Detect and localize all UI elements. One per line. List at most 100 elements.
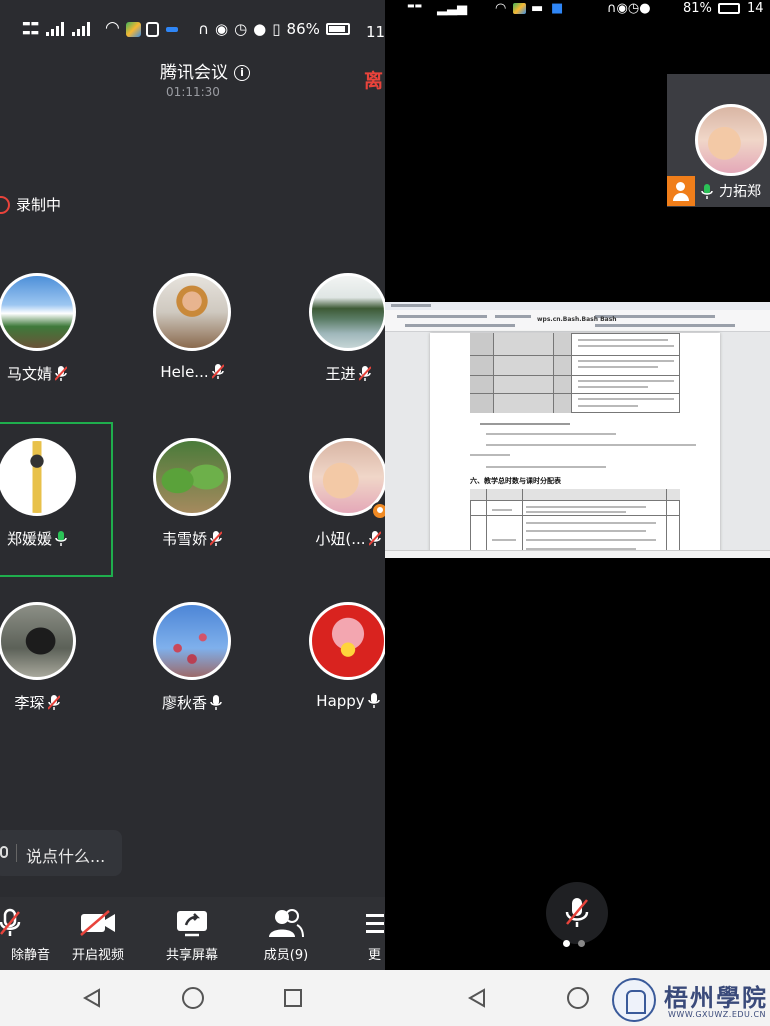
participant-name: 韦雪娇: [127, 528, 257, 549]
avatar: [0, 438, 76, 516]
page-indicator: [563, 940, 585, 947]
host-icon: [667, 176, 695, 206]
unmute-button[interactable]: 除静音: [0, 907, 50, 963]
clipboard-notification-icon: [146, 22, 159, 37]
clock: 14: [747, 1, 764, 16]
mic-status-icon: ●: [253, 20, 267, 38]
mic-on-icon: [367, 693, 380, 708]
participant-name: 郑媛媛: [0, 528, 102, 549]
back-button[interactable]: [78, 984, 106, 1012]
avatar: [153, 438, 231, 516]
university-seal-icon: [612, 978, 656, 1022]
back-icon: [82, 988, 100, 1008]
page-dot[interactable]: [578, 940, 585, 947]
mic-muted-icon: [55, 366, 67, 381]
meeting-toolbar: 除静音 开启视频 共享屏幕 成员(9) 更: [0, 897, 385, 970]
home-button-right[interactable]: [564, 984, 592, 1012]
participant-name: 小妞(...: [283, 528, 385, 549]
back-button-right[interactable]: [463, 984, 491, 1012]
document-ribbon: wps.cn.Bash.Bash Bash: [385, 302, 770, 332]
info-icon[interactable]: i: [234, 65, 250, 81]
host-badge-icon: [371, 502, 385, 520]
mic-muted-icon: [211, 364, 224, 379]
unmute-label: 除静音: [10, 948, 50, 963]
wifi-icon: ◠: [495, 1, 507, 16]
mute-toggle-button[interactable]: [546, 882, 608, 944]
mic-muted-icon: [210, 531, 222, 546]
screenshot-root: ▬▬▬▬ ◠ ∩ ◉ ◷ ● ▯ 86% 11 腾讯会议 i 01:11:30: [0, 0, 770, 1026]
participant-tile[interactable]: 马文婧: [0, 273, 102, 423]
leave-button[interactable]: 离: [364, 66, 383, 93]
participant-tile[interactable]: 韦雪娇: [127, 438, 257, 588]
share-screen-label: 共享屏幕: [165, 948, 218, 963]
divider: [16, 844, 17, 862]
recents-button[interactable]: [279, 984, 307, 1012]
recording-indicator: 录制中: [0, 194, 61, 215]
participant-tile[interactable]: 小妞(...: [283, 438, 385, 588]
wifi-icon: ◠: [105, 18, 120, 38]
share-screen-button[interactable]: 共享屏幕: [152, 907, 232, 963]
cloud-notification-icon: ▬: [531, 1, 544, 16]
meeting-main-view: ▬▬▬▬ ◠ ∩ ◉ ◷ ● ▯ 86% 11 腾讯会议 i 01:11:30: [0, 0, 385, 970]
clock: 11: [366, 23, 385, 41]
app-notification-icon: [513, 3, 526, 14]
headphones-icon: ∩◉◷●: [607, 1, 651, 16]
avatar: [309, 602, 385, 680]
start-video-label: 开启视频: [71, 948, 124, 963]
avatar: [0, 273, 76, 351]
menu-icon: [366, 914, 384, 933]
battery-percent: 86%: [286, 20, 320, 38]
video-off-icon: [80, 910, 115, 936]
app-notification-icon: [126, 22, 141, 37]
share-screen-icon: [177, 911, 207, 937]
participant-tile[interactable]: Happy: [283, 602, 385, 752]
status-bar: ▬▬ ▬▬ ◠ ∩ ◉ ◷ ● ▯ 86% 11: [0, 0, 385, 64]
participant-name: 廖秋香: [127, 692, 257, 713]
mic-on-icon: [210, 695, 222, 710]
mic-muted-icon: [565, 898, 589, 927]
signal-icon: [46, 22, 90, 36]
recording-label: 录制中: [16, 196, 62, 214]
more-label: 更: [368, 948, 382, 963]
participant-tile[interactable]: 王进: [283, 273, 385, 423]
meeting-timer: 01:11:30: [166, 85, 220, 99]
speaker-label-bar: 力拓郑: [667, 176, 770, 206]
battery-icon: [718, 3, 740, 14]
mic-muted-icon: [368, 531, 381, 546]
vibrate-icon: ▯: [272, 20, 281, 38]
eye-icon: ◉: [214, 20, 229, 38]
avatar: [153, 273, 231, 351]
mic-muted-icon: [358, 366, 371, 381]
members-button[interactable]: 成员(9): [246, 907, 326, 963]
participant-tile[interactable]: Hele...: [127, 273, 257, 423]
meeting-title[interactable]: 腾讯会议 i: [0, 58, 385, 83]
participant-tile[interactable]: 郑媛媛: [0, 438, 102, 588]
battery-percent: 81%: [683, 1, 712, 16]
watermark-en: WWW.GXUWZ.EDU.CN: [668, 1010, 767, 1019]
status-bar: ▬▬ ▂▃▅ ◠ ▬ ■ ∩◉◷● 81% 14: [385, 0, 770, 18]
shared-document[interactable]: wps.cn.Bash.Bash Bash 六、教学总时数与课时分配表: [385, 302, 770, 558]
recents-icon: [284, 989, 302, 1007]
mic-icon[interactable]: [0, 846, 8, 858]
screen-share-view: ▬▬ ▂▃▅ ◠ ▬ ■ ∩◉◷● 81% 14 力拓郑 wps.cn.Bash…: [385, 0, 770, 970]
chat-input[interactable]: 说点什么...: [0, 830, 122, 876]
participant-tile[interactable]: 李琛: [0, 602, 102, 752]
mic-on-icon: [55, 531, 67, 546]
avatar: [309, 273, 385, 351]
document-section-heading: 六、教学总时数与课时分配表: [470, 477, 561, 485]
app2-notification-icon: ■: [551, 1, 564, 16]
participant-tile[interactable]: 廖秋香: [127, 602, 257, 752]
participant-name: Happy: [283, 692, 385, 710]
participant-name: 王进: [283, 363, 385, 384]
participant-name: 马文婧: [0, 363, 102, 384]
watermark-cn: 梧州學院: [664, 983, 768, 1012]
more-button[interactable]: 更: [340, 907, 385, 963]
start-video-button[interactable]: 开启视频: [58, 907, 138, 963]
page-dot[interactable]: [563, 940, 570, 947]
avatar: [0, 602, 76, 680]
cloud-notification-icon: [166, 27, 178, 32]
home-button[interactable]: [179, 984, 207, 1012]
avatar: [153, 602, 231, 680]
battery-icon: [325, 23, 350, 35]
document-statusbar: [385, 550, 770, 558]
